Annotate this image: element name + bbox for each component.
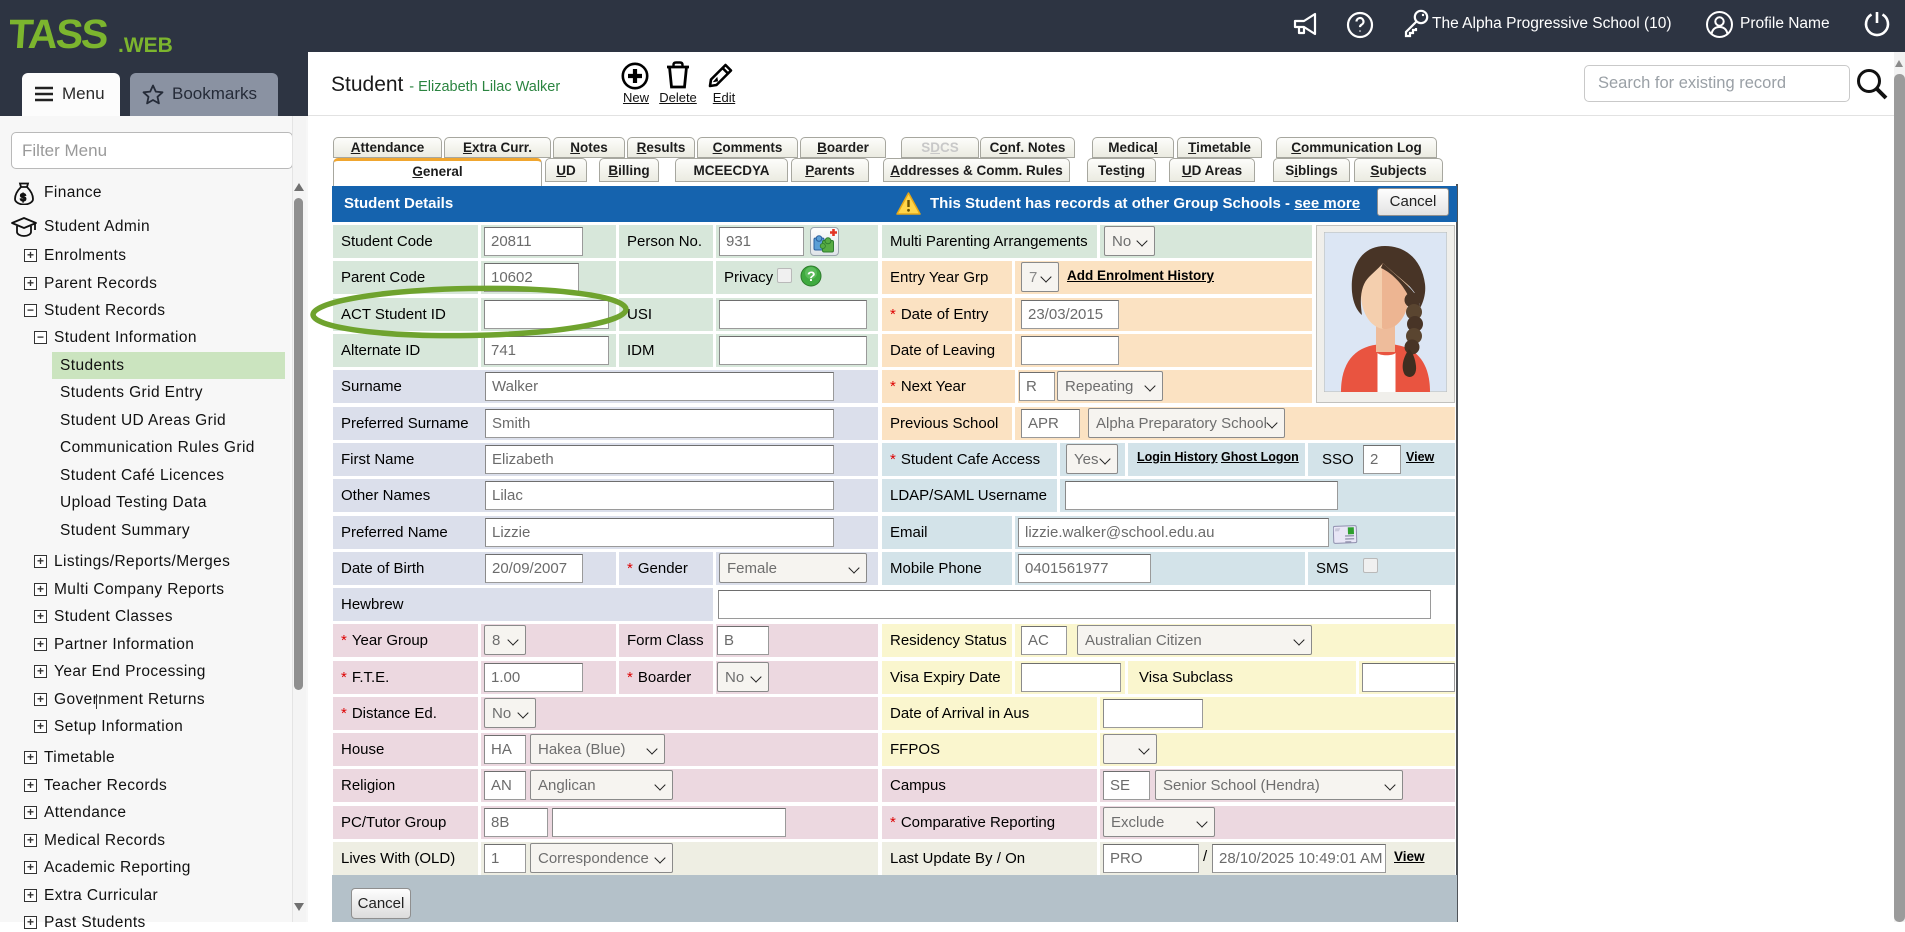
svg-text:?: ? [807,268,816,284]
svg-text:$: $ [20,192,26,204]
svg-text:.WEB: .WEB [118,34,173,57]
svg-text:TASS: TASS [10,11,109,57]
